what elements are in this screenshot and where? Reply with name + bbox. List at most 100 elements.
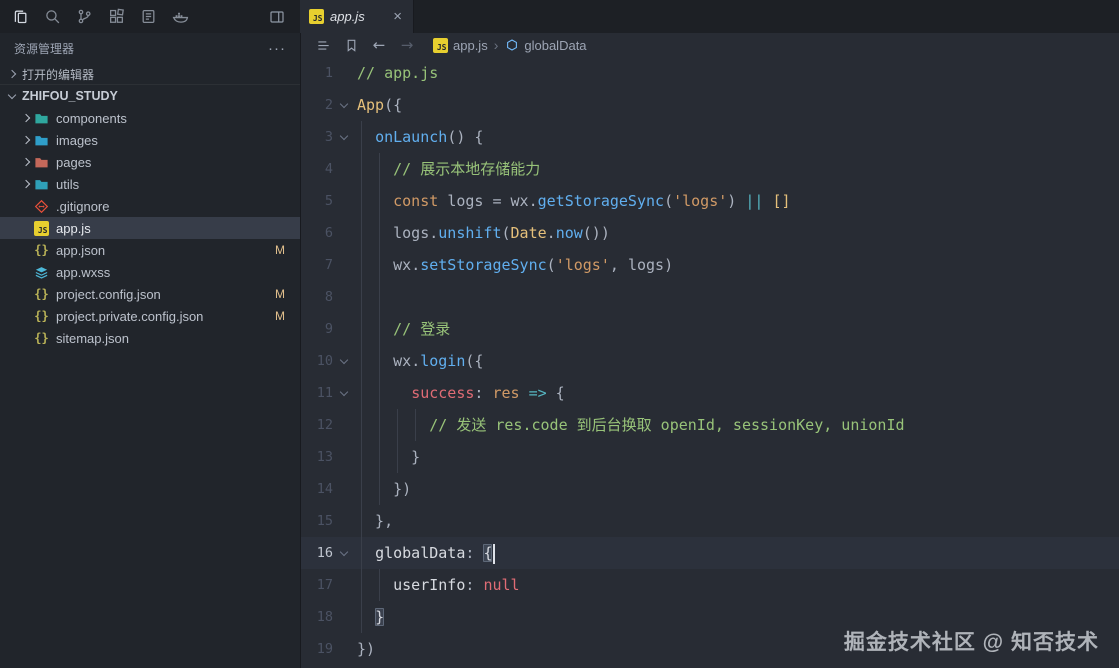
bookmark-icon[interactable] [339,33,363,57]
code-line-3[interactable]: 3 onLaunch() { [301,121,1119,153]
breadcrumb-row: ← → JS app.js › globalData [301,33,1119,57]
code-line-12[interactable]: 12 // 发送 res.code 到后台换取 openId, sessionK… [301,409,1119,441]
code-line-4[interactable]: 4 // 展示本地存储能力 [301,153,1119,185]
modified-badge: M [275,287,285,301]
tree-item-gitignore[interactable]: .gitignore [0,195,300,217]
gutter: 18 [301,601,357,633]
folder-icon [33,132,50,148]
code-text: App({ [357,96,403,114]
tree-item-app-js[interactable]: JS app.js [0,217,300,239]
fold-chevron-icon[interactable] [333,387,355,399]
docker-icon[interactable] [164,0,196,33]
sidebar-header: 资源管理器 ··· [0,33,300,63]
workspace-section[interactable]: ZHIFOU_STUDY [0,85,300,107]
tree-item-app-json[interactable]: {} app.json M [0,239,300,261]
tree-item-project-private-config-json[interactable]: {} project.private.config.json M [0,305,300,327]
line-number: 8 [324,289,333,305]
code-line-9[interactable]: 9 // 登录 [301,313,1119,345]
tree-item-images[interactable]: images [0,129,300,151]
open-editors-section[interactable]: 打开的编辑器 [0,63,300,85]
line-number: 12 [316,417,333,433]
fold-chevron-icon[interactable] [333,355,355,367]
code-lines: 1// app.js 2 App({ 3 onLaunch() {4 // 展示本地存… [301,57,1119,668]
gutter: 4 [301,153,357,185]
code-line-10[interactable]: 10 wx.login({ [301,345,1119,377]
chevron-down-icon [6,90,19,103]
gutter: 14 [301,473,357,505]
fold-chevron-icon[interactable] [333,131,355,143]
tree-item-utils[interactable]: utils [0,173,300,195]
tree-item-pages[interactable]: pages [0,151,300,173]
chevron-right-icon [20,134,33,147]
json-icon: {} [34,243,49,257]
tab-bar: JS app.js × [300,0,1119,33]
explorer-icon[interactable] [4,0,36,33]
search-icon[interactable] [36,0,68,33]
text-cursor [493,543,496,564]
gutter: 3 [301,121,357,153]
top-bar: JS app.js × [0,0,1119,33]
code-line-7[interactable]: 7 wx.setStorageSync('logs', logs) [301,249,1119,281]
chevron-right-icon [6,68,19,81]
tree-item-project-config-json[interactable]: {} project.config.json M [0,283,300,305]
code-line-11[interactable]: 11 success: res => { [301,377,1119,409]
line-number: 17 [316,577,333,593]
tree-item-components[interactable]: components [0,107,300,129]
watermark-text: 掘金技术社区 @ 知否技术 [843,631,1099,654]
gutter: 11 [301,377,357,409]
sidebar-title: 资源管理器 [14,41,75,56]
nav-forward-icon[interactable]: → [395,33,419,57]
code-line-16[interactable]: 16 globalData: { [301,537,1119,569]
code-text: // 发送 res.code 到后台换取 openId, sessionKey,… [429,416,905,434]
modified-badge: M [275,309,285,323]
fold-chevron-icon[interactable] [333,547,355,559]
line-number: 2 [324,97,333,113]
line-number: 4 [324,161,333,177]
tree-item-app-wxss[interactable]: app.wxss [0,261,300,283]
fold-chevron-icon[interactable] [333,99,355,111]
breadcrumb-separator: › [493,37,499,53]
code-text: globalData: { [357,537,496,569]
tree-item-label: app.json [56,242,106,258]
tab-app-js[interactable]: JS app.js × [300,0,414,33]
gutter: 8 [301,281,357,313]
gutter: 9 [301,313,357,345]
code-line-8[interactable]: 8 [301,281,1119,313]
code-line-15[interactable]: 15 }, [301,505,1119,537]
code-line-5[interactable]: 5 const logs = wx.getStorageSync('logs')… [301,185,1119,217]
json-icon: {} [34,309,49,323]
gutter: 13 [301,441,357,473]
remote-icon[interactable] [132,0,164,33]
code-line-6[interactable]: 6 logs.unshift(Date.now()) [301,217,1119,249]
line-number: 5 [324,193,333,209]
gutter: 10 [301,345,357,377]
tree-item-sitemap-json[interactable]: {} sitemap.json [0,327,300,349]
source-control-icon[interactable] [68,0,100,33]
extensions-icon[interactable] [100,0,132,33]
tab-close-icon[interactable]: × [391,8,404,25]
nav-back-icon[interactable]: ← [367,33,391,57]
tree-item-label: app.js [56,220,91,236]
outline-icon[interactable] [311,33,335,57]
breadcrumb-file[interactable]: app.js [453,38,488,53]
breadcrumb-symbol[interactable]: globalData [524,38,586,53]
line-number: 15 [316,513,333,529]
line-number: 9 [324,321,333,337]
code-text: } [357,448,421,466]
code-line-13[interactable]: 13 } [301,441,1119,473]
gutter: 15 [301,505,357,537]
code-line-1[interactable]: 1 // app.js [301,57,1119,89]
chevron-right-icon [20,112,33,125]
layout-toggle-icon[interactable] [264,0,290,33]
tree-item-label: project.private.config.json [56,308,204,324]
open-editors-label: 打开的编辑器 [22,67,95,82]
sidebar-menu-icon[interactable]: ··· [268,40,286,57]
modified-badge: M [275,243,285,257]
code-line-2[interactable]: 2 App({ [301,89,1119,121]
code-line-17[interactable]: 17 userInfo: null [301,569,1119,601]
chevron-right-icon [20,156,33,169]
tree-item-label: project.config.json [56,286,161,302]
code-line-14[interactable]: 14 }) [301,473,1119,505]
gutter: 17 [301,569,357,601]
